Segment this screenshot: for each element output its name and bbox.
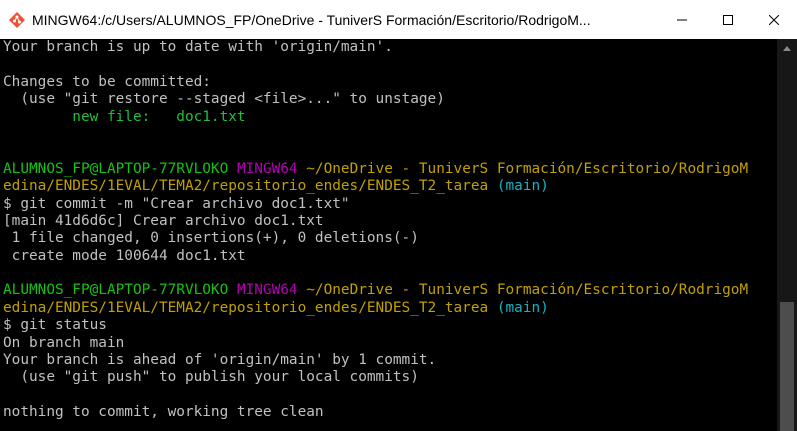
terminal-line: nothing to commit, working tree clean [0,404,777,421]
terminal-text-segment: ~/OneDrive - TuniverS Formación/Escritor… [306,160,749,177]
terminal-text-segment: new file: doc1.txt [3,108,246,125]
terminal-text-segment: $ git commit -m "Crear archivo doc1.txt" [3,195,350,212]
maximize-button[interactable] [705,0,751,39]
terminal-text-segment: $ git status [3,317,107,334]
terminal-text-segment: [main 41d6d6c] Crear archivo doc1.txt [3,212,324,229]
terminal-line: new file: doc1.txt [0,109,777,126]
terminal-text-segment: ~/OneDrive - TuniverS Formación/Escritor… [306,282,749,299]
terminal-window: MINGW64:/c/Users/ALUMNOS_FP/OneDrive - T… [0,0,797,431]
terminal-text-segment: 1 file changed, 0 insertions(+), 0 delet… [3,230,419,247]
window-controls [659,0,797,39]
terminal-text-segment: MINGW64 [236,282,307,299]
terminal-text-segment: Changes to be committed: [3,73,211,90]
window-title: MINGW64:/c/Users/ALUMNOS_FP/OneDrive - T… [32,11,591,28]
terminal-line: create mode 100644 doc1.txt [0,248,777,265]
vertical-scrollbar[interactable] [777,39,797,431]
terminal-line: $ git status [0,317,777,334]
terminal-line: ALUMNOS_FP@LAPTOP-77RVLOKO MINGW64 ~/One… [0,282,777,299]
terminal-line: $ git commit -m "Crear archivo doc1.txt" [0,196,777,213]
terminal-line: (use "git push" to publish your local co… [0,369,777,386]
terminal-line: 1 file changed, 0 insertions(+), 0 delet… [0,230,777,247]
terminal-output[interactable]: Your branch is up to date with 'origin/m… [0,39,777,431]
terminal-text-segment: (main) [496,178,549,195]
title-bar[interactable]: MINGW64:/c/Users/ALUMNOS_FP/OneDrive - T… [0,0,797,39]
terminal-text-segment: create mode 100644 doc1.txt [3,247,246,264]
terminal-text-segment: edina/ENDES/1EVAL/TEMA2/repositorio_ende… [3,178,497,195]
terminal-text-segment: nothing to commit, working tree clean [3,404,324,421]
terminal-text-segment: (use "git push" to publish your local co… [3,369,419,386]
terminal-line: edina/ENDES/1EVAL/TEMA2/repositorio_ende… [0,300,777,317]
terminal-text-segment: (use "git restore --staged <file>..." to… [3,91,445,108]
terminal-text-segment: (main) [496,299,549,316]
scrollbar-thumb[interactable] [780,302,794,431]
terminal-text-segment: ALUMNOS_FP@LAPTOP-77RVLOKO [3,282,237,299]
terminal-text-segment: edina/ENDES/1EVAL/TEMA2/repositorio_ende… [3,299,497,316]
minimize-icon [677,19,687,20]
terminal-line: Your branch is up to date with 'origin/m… [0,39,777,56]
terminal-line: ALUMNOS_FP@LAPTOP-77RVLOKO MINGW64 ~/One… [0,161,777,178]
terminal-text-segment: Your branch is up to date with 'origin/m… [3,39,393,55]
close-button[interactable] [751,0,797,39]
terminal-line: Your branch is ahead of 'origin/main' by… [0,352,777,369]
terminal-text-segment: Your branch is ahead of 'origin/main' by… [3,352,437,369]
terminal-text-segment: ALUMNOS_FP@LAPTOP-77RVLOKO [3,160,237,177]
terminal-line: Changes to be committed: [0,74,777,91]
terminal-line: On branch main [0,335,777,352]
terminal-line: edina/ENDES/1EVAL/TEMA2/repositorio_ende… [0,178,777,195]
terminal-text-segment: On branch main [3,334,125,351]
terminal-line: (use "git restore --staged <file>..." to… [0,91,777,108]
terminal-text-segment: MINGW64 [236,160,307,177]
minimize-button[interactable] [659,0,705,39]
scroll-up-arrow-icon[interactable] [777,39,797,57]
mingw-terminal-icon[interactable] [9,11,25,28]
close-icon [769,14,779,25]
maximize-icon [723,14,733,25]
terminal-line: [main 41d6d6c] Crear archivo doc1.txt [0,213,777,230]
